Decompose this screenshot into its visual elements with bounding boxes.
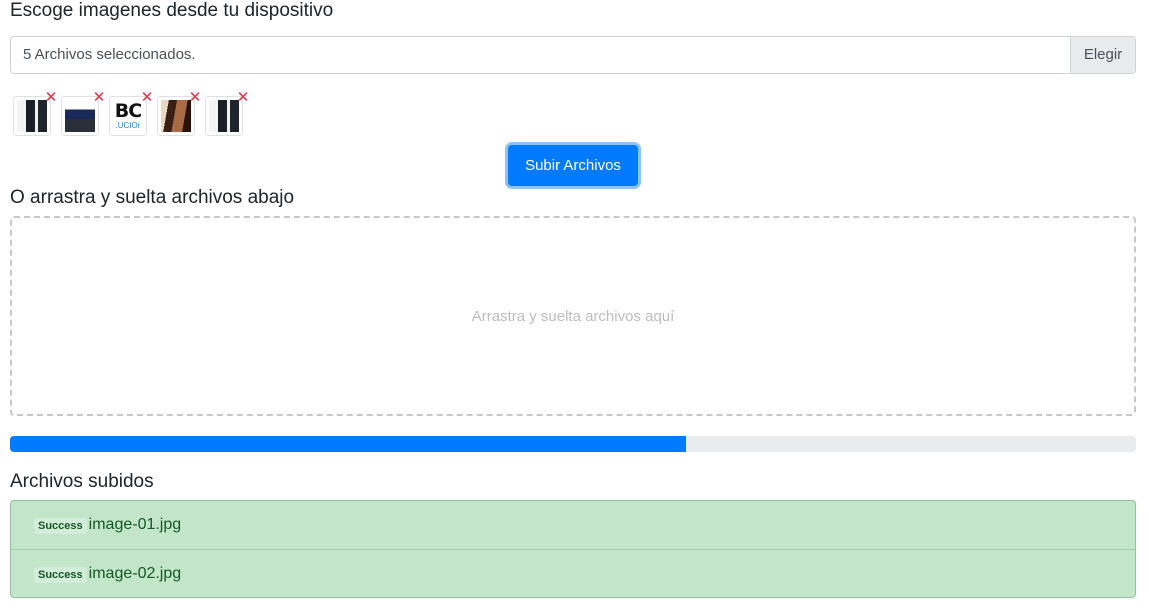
image-thumbnail-1: ✕ — [13, 90, 57, 136]
file-input[interactable]: 5 Archivos seleccionados. Elegir — [10, 36, 1136, 74]
image-thumbnail-3: BC .UCIOr ✕ — [109, 90, 153, 136]
uploaded-files-heading: Archivos subidos — [10, 471, 154, 492]
list-item: Success image-01.jpg — [11, 501, 1135, 549]
upload-page: Escoge imagenes desde tu dispositivo 5 A… — [0, 0, 1149, 611]
browse-button[interactable]: Elegir — [1070, 37, 1135, 73]
thumbnail-image — [17, 100, 47, 132]
upload-progress — [10, 436, 1136, 452]
drag-drop-heading: O arrastra y suelta archivos abajo — [10, 187, 295, 208]
thumbnail-image — [65, 100, 95, 132]
thumbnail-list: ✕ ✕ BC .UCIOr ✕ ✕ ✕ — [13, 90, 253, 138]
logo-text: BC — [114, 100, 142, 122]
uploaded-filename: image-02.jpg — [88, 564, 182, 582]
logo-subtext: .UCIOr — [115, 121, 141, 130]
drop-zone-placeholder: Arrastra y suelta archivos aquí — [471, 307, 675, 325]
uploaded-filename: image-01.jpg — [88, 516, 182, 533]
image-thumbnail-5: ✕ — [205, 90, 249, 136]
status-badge: Success — [34, 566, 87, 583]
close-icon[interactable]: ✕ — [188, 90, 202, 105]
upload-progress-bar — [10, 436, 686, 452]
close-icon[interactable]: ✕ — [140, 90, 154, 105]
file-input-label[interactable]: 5 Archivos seleccionados. — [11, 37, 1070, 73]
uploaded-files-list: Success image-01.jpg Success image-02.jp… — [10, 500, 1136, 598]
upload-files-button[interactable]: Subir Archivos — [508, 145, 638, 186]
close-icon[interactable]: ✕ — [92, 90, 106, 105]
image-thumbnail-2: ✕ — [61, 90, 105, 136]
close-icon[interactable]: ✕ — [236, 90, 250, 105]
status-badge: Success — [34, 518, 87, 534]
drop-zone[interactable]: Arrastra y suelta archivos aquí — [10, 216, 1136, 416]
close-icon[interactable]: ✕ — [44, 90, 58, 105]
thumbnail-logo-image: BC .UCIOr — [113, 100, 143, 132]
list-item: Success image-02.jpg — [11, 549, 1135, 597]
image-thumbnail-4: ✕ — [157, 90, 201, 136]
choose-images-heading: Escoge imagenes desde tu dispositivo — [10, 0, 334, 21]
thumbnail-image — [161, 100, 191, 132]
thumbnail-image — [209, 100, 239, 132]
